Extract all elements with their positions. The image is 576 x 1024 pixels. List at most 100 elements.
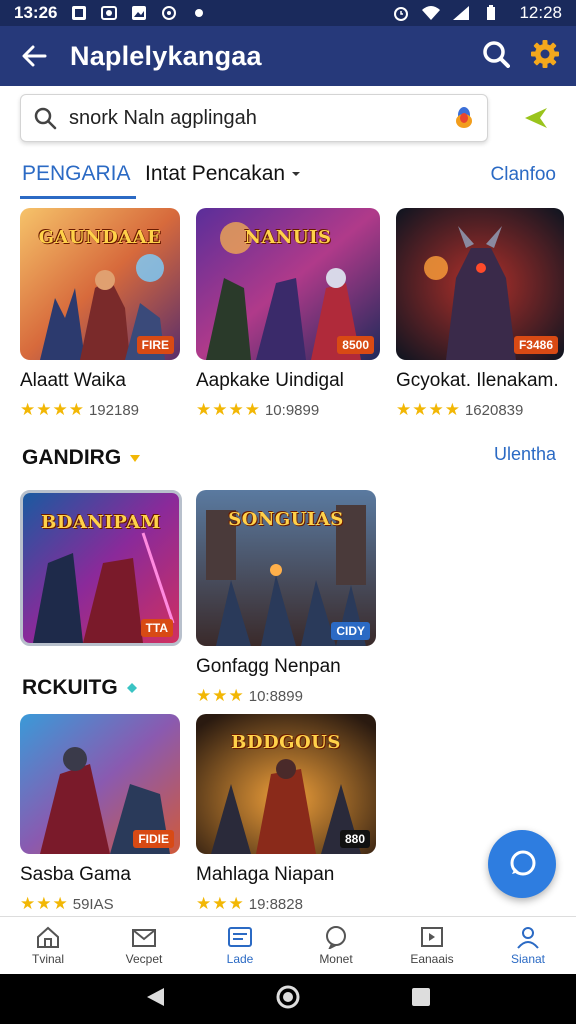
share-icon xyxy=(525,108,547,128)
section-title-text: RCKUITG xyxy=(22,676,118,699)
wifi-icon xyxy=(421,4,441,22)
chat-bubble-icon xyxy=(510,850,536,876)
nav-item-sianat[interactable]: Sianat xyxy=(480,917,576,974)
game-thumbnail: BDANIPAM TTA xyxy=(20,490,182,646)
game-thumbnail: F3486 xyxy=(396,208,564,360)
nav-item-tvinal[interactable]: Tvinal xyxy=(0,917,96,974)
rating-count: 10:8899 xyxy=(248,687,303,705)
game-tag: TTA xyxy=(140,619,173,637)
game-card[interactable]: F3486 Gcyokat. Ilenakam. ★★★★ 1620839 xyxy=(396,208,564,420)
game-card[interactable]: FIDIE Sasba Gama ★★★ 59IAS xyxy=(20,714,180,914)
dot-icon xyxy=(189,4,209,22)
tab-pengaria[interactable]: PENGARIA xyxy=(22,162,131,186)
game-name: Alaatt Waika xyxy=(20,370,126,391)
game-card[interactable]: NANUIS 8500 Aapkake Uindigal ★★★★ 10:989… xyxy=(196,208,380,420)
game-title-art: NANUIS xyxy=(244,226,332,248)
tab-dropdown[interactable]: Intat Pencakan xyxy=(145,162,301,186)
image-icon xyxy=(129,4,149,22)
bottom-nav: Tvinal Vecpet Lade Monet Eanaais Sianat xyxy=(0,916,576,974)
game-rating: ★★★ 19:8828 xyxy=(196,894,376,914)
section-title: RCKUITG xyxy=(22,676,138,700)
nav-item-eanaais[interactable]: Eanaais xyxy=(384,917,480,974)
gear-icon xyxy=(531,39,559,68)
profile-icon xyxy=(517,927,539,949)
tablet-icon xyxy=(228,927,252,947)
battery-icon xyxy=(481,4,501,22)
star-rating-icon: ★★★★ xyxy=(20,400,85,419)
alarm-icon xyxy=(391,4,411,22)
star-rating-icon: ★★★★ xyxy=(396,400,461,419)
nav-item-lade[interactable]: Lade xyxy=(192,917,288,974)
game-name: Mahlaga Niapan xyxy=(196,864,335,885)
mail-icon xyxy=(132,929,156,947)
game-tag: 8500 xyxy=(337,336,374,354)
game-card[interactable]: BDANIPAM TTA xyxy=(20,490,182,646)
search-row: snork Naln agplingah xyxy=(0,86,576,150)
settings-button[interactable] xyxy=(530,39,560,74)
game-thumbnail: FIDIE xyxy=(20,714,180,854)
section-title-text: GANDIRG xyxy=(22,446,122,469)
tab-dropdown-label: Intat Pencakan xyxy=(145,162,286,185)
game-title-art: BDDGOUS xyxy=(231,731,341,753)
game-tag: 880 xyxy=(339,830,370,848)
see-all-link[interactable]: Clanfoo xyxy=(491,164,557,186)
search-input[interactable]: snork Naln agplingah xyxy=(20,94,488,142)
diamond-icon xyxy=(126,683,137,693)
game-tag: CIDY xyxy=(331,622,370,640)
nav-label: Tvinal xyxy=(31,952,64,966)
nav-item-monet[interactable]: Monet xyxy=(288,917,384,974)
app-bar: Naplelykangaa xyxy=(0,26,576,86)
nav-item-vecpet[interactable]: Vecpet xyxy=(96,917,192,974)
nav-label: Vecpet xyxy=(125,952,163,966)
recents-square-icon xyxy=(411,987,430,1006)
star-rating-icon: ★★★ xyxy=(20,894,69,913)
section-see-all-link[interactable]: Ulentha xyxy=(494,444,556,465)
nav-label: Eanaais xyxy=(410,952,454,966)
game-thumbnail: NANUIS 8500 xyxy=(196,208,380,360)
game-title-art: GAUNDAAE xyxy=(38,226,162,248)
star-rating-icon: ★★★ xyxy=(196,686,245,705)
arrow-left-icon xyxy=(22,45,47,67)
status-time-left: 13:26 xyxy=(14,3,58,22)
search-icon xyxy=(483,40,510,68)
chat-icon xyxy=(326,926,346,949)
rating-count: 1620839 xyxy=(464,401,524,419)
section-title: GANDIRG xyxy=(22,446,141,470)
notification-icon xyxy=(69,4,89,22)
game-rating: ★★★★ 1620839 xyxy=(396,400,564,420)
rating-count: 59IAS xyxy=(72,895,114,913)
game-rating: ★★★★ 192189 xyxy=(20,400,180,420)
game-card[interactable]: SONGUIAS CIDY Gonfagg Nenpan ★★★ 10:8899 xyxy=(196,490,376,706)
game-name: Gcyokat. Ilenakam. xyxy=(396,370,559,391)
microphone-icon[interactable] xyxy=(453,106,475,130)
share-button[interactable] xyxy=(516,98,556,138)
search-icon xyxy=(34,107,57,130)
game-card[interactable]: BDDGOUS 880 Mahlaga Niapan ★★★ 19:8828 xyxy=(196,714,376,914)
system-nav-bar xyxy=(0,974,576,1024)
chat-fab-button[interactable] xyxy=(488,830,556,898)
system-home-button[interactable] xyxy=(275,984,301,1015)
nav-label: Monet xyxy=(319,952,353,966)
rating-count: 192189 xyxy=(88,401,140,419)
game-name: Aapkake Uindigal xyxy=(196,370,344,391)
system-recents-button[interactable] xyxy=(410,986,432,1013)
game-name: Gonfagg Nenpan xyxy=(196,656,341,677)
system-back-button[interactable] xyxy=(144,986,166,1013)
search-input-value: snork Naln agplingah xyxy=(69,106,257,129)
tab-underline xyxy=(20,196,136,199)
search-button[interactable] xyxy=(482,40,510,73)
chevron-down-icon xyxy=(292,172,301,176)
signal-icon xyxy=(451,4,471,22)
game-title-art: SONGUIAS xyxy=(228,509,344,531)
game-thumbnail: BDDGOUS 880 xyxy=(196,714,376,854)
tab-bar: PENGARIA Intat Pencakan Clanfoo xyxy=(0,152,576,200)
shield-icon xyxy=(159,4,179,22)
game-card[interactable]: GAUNDAAE FIRE Alaatt Waika ★★★★ 192189 xyxy=(20,208,180,420)
game-rating: ★★★ 59IAS xyxy=(20,894,180,914)
home-circle-icon xyxy=(276,985,300,1008)
back-button[interactable] xyxy=(16,38,52,74)
star-rating-icon: ★★★ xyxy=(196,894,245,913)
game-title-art: BDANIPAM xyxy=(41,511,161,533)
heart-icon xyxy=(130,455,141,462)
game-tag: FIDIE xyxy=(133,830,174,848)
